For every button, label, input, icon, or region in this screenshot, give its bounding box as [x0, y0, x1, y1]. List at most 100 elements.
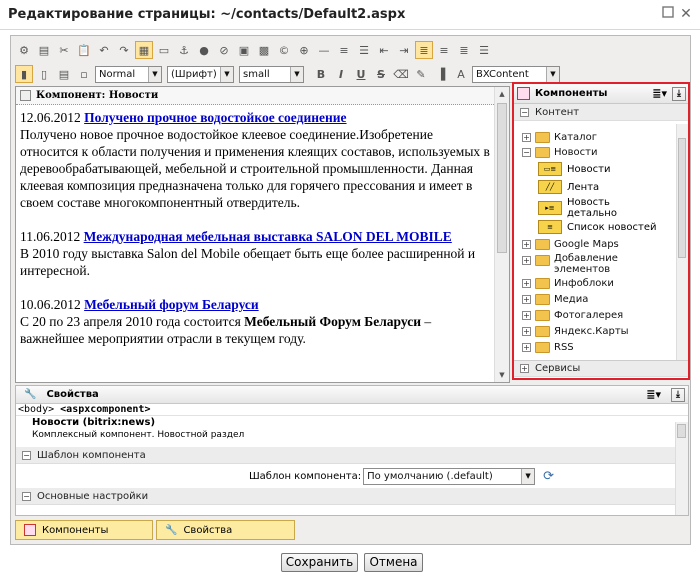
- align-center-icon[interactable]: ≡: [435, 41, 453, 59]
- tree-leaf-news[interactable]: ▭≡ Новости: [538, 162, 610, 176]
- component-info: Новости (bitrix:news) Комплексный компон…: [32, 417, 245, 440]
- toolbar-row-1: ⚙ ▤ ✂ 📋 ↶ ↷ ▦ ▭ ⚓ ● ⊘ ▣ ▩ © ⊕ — ≡ ☰ ⇤ ⇥ …: [15, 38, 493, 62]
- tree-item-iblocks[interactable]: + Инфоблоки: [522, 278, 614, 289]
- align-justify-icon[interactable]: ☰: [475, 41, 493, 59]
- panel-pin-icon[interactable]: ⤓: [672, 86, 686, 101]
- component-list-icon: ≡: [538, 220, 562, 234]
- scroll-thumb[interactable]: [678, 138, 686, 258]
- template-select[interactable]: По умолчанию (.default) ▼: [363, 467, 536, 485]
- source-icon[interactable]: ▦: [135, 41, 153, 59]
- clear-format-icon[interactable]: ⌫: [392, 65, 410, 83]
- tab-properties[interactable]: 🔧 Свойства: [156, 520, 295, 540]
- expand-icon: +: [522, 279, 531, 288]
- tab-components[interactable]: Компоненты: [15, 520, 153, 540]
- tree-item-rss[interactable]: + RSS: [522, 342, 574, 353]
- editor-frame: ⚙ ▤ ✂ 📋 ↶ ↷ ▦ ▭ ⚓ ● ⊘ ▣ ▩ © ⊕ — ≡ ☰ ⇤ ⇥ …: [10, 35, 691, 545]
- ordered-list-icon[interactable]: ≡: [335, 41, 353, 59]
- undo-icon[interactable]: ↶: [95, 41, 113, 59]
- cut-icon[interactable]: ✂: [55, 41, 73, 59]
- split-mode-icon[interactable]: ▤: [55, 65, 73, 83]
- tree-item-catalog[interactable]: + Каталог: [522, 132, 597, 143]
- tree-leaf-news-list[interactable]: ≡ Список новостей: [538, 220, 657, 234]
- copyright-icon[interactable]: ©: [275, 41, 293, 59]
- panel-scrollbar[interactable]: [676, 124, 688, 360]
- table-icon[interactable]: ▭: [155, 41, 173, 59]
- underline-icon[interactable]: U: [352, 65, 370, 83]
- anchor-icon[interactable]: ⚓: [175, 41, 193, 59]
- restore-icon[interactable]: [660, 6, 676, 22]
- tree-item-news[interactable]: − Новости: [522, 147, 597, 158]
- php-mode-icon[interactable]: ▫: [75, 65, 93, 83]
- special-char-icon[interactable]: ⊕: [295, 41, 313, 59]
- cancel-button[interactable]: Отмена: [364, 553, 423, 572]
- redo-icon[interactable]: ↷: [115, 41, 133, 59]
- folder-open-icon: [535, 147, 550, 158]
- flash-icon[interactable]: ▩: [255, 41, 273, 59]
- tree-item-add-elements[interactable]: + Добавление элементов: [522, 253, 618, 275]
- size-select[interactable]: small ▼: [239, 65, 304, 83]
- brush-icon[interactable]: ✎: [412, 65, 430, 83]
- style-select[interactable]: Normal ▼: [95, 65, 162, 83]
- section-services[interactable]: + Сервисы: [514, 360, 688, 377]
- css-select[interactable]: BXContent ▼: [472, 65, 560, 83]
- chevron-down-icon: ▼: [521, 468, 535, 484]
- wysiwyg-editor[interactable]: Компонент: Новости 12.06.2012 Получено п…: [15, 86, 510, 383]
- scroll-down-icon[interactable]: ▼: [495, 368, 509, 382]
- tree-item-google-maps[interactable]: + Google Maps: [522, 239, 619, 250]
- bg-color-icon[interactable]: A: [452, 65, 470, 83]
- indent-icon[interactable]: ⇥: [395, 41, 413, 59]
- save-icon[interactable]: ▤: [35, 41, 53, 59]
- section-main-settings[interactable]: − Основные настройки: [16, 488, 688, 505]
- panel-menu-icon[interactable]: ≣▾: [646, 388, 661, 401]
- tree-item-photogallery[interactable]: + Фотогалерея: [522, 310, 623, 321]
- tree-leaf-news-detail[interactable]: ▸≡ Новость детально: [538, 197, 617, 219]
- settings-icon[interactable]: ⚙: [15, 41, 33, 59]
- scroll-thumb[interactable]: [677, 424, 686, 438]
- panel-menu-icon[interactable]: ≣▾: [652, 87, 667, 100]
- image-icon[interactable]: ▣: [235, 41, 253, 59]
- expand-icon: +: [522, 240, 531, 249]
- tree-leaf-feed[interactable]: ╱╱ Лента: [538, 180, 599, 194]
- folder-icon: [535, 342, 550, 353]
- link-icon[interactable]: ●: [195, 41, 213, 59]
- font-select[interactable]: (Шрифт) ▼: [167, 65, 234, 83]
- unlink-icon[interactable]: ⊘: [215, 41, 233, 59]
- folder-icon: [535, 278, 550, 289]
- outdent-icon[interactable]: ⇤: [375, 41, 393, 59]
- template-row: Шаблон компонента: По умолчанию (.defaul…: [248, 467, 554, 485]
- refresh-icon[interactable]: ⟳: [543, 469, 554, 484]
- tag-component[interactable]: <aspxcomponent>: [60, 404, 150, 415]
- panel-pin-icon[interactable]: ⤓: [671, 387, 685, 402]
- section-template[interactable]: − Шаблон компонента: [16, 447, 688, 464]
- tag-path: <body> <aspxcomponent>: [16, 404, 688, 416]
- expand-icon: +: [522, 256, 531, 265]
- align-left-icon[interactable]: ≣: [415, 41, 433, 59]
- italic-icon[interactable]: I: [332, 65, 350, 83]
- news-title-link[interactable]: Получено прочное водостойкое соединение: [84, 110, 346, 125]
- scroll-up-icon[interactable]: ▲: [495, 87, 509, 101]
- tag-body[interactable]: <body>: [18, 404, 54, 415]
- hr-icon[interactable]: —: [315, 41, 333, 59]
- font-color-icon[interactable]: ▐: [432, 65, 450, 83]
- components-icon: [24, 524, 36, 536]
- strike-icon[interactable]: S: [372, 65, 390, 83]
- code-mode-icon[interactable]: ▯: [35, 65, 53, 83]
- tree-item-yandex-maps[interactable]: + Яндекс.Карты: [522, 326, 629, 337]
- news-title-link[interactable]: Мебельный форум Беларуси: [84, 297, 259, 312]
- news-list: 12.06.2012 Получено прочное водостойкое …: [20, 109, 490, 364]
- wysiwyg-mode-icon[interactable]: ▮: [15, 65, 33, 83]
- bold-icon[interactable]: B: [312, 65, 330, 83]
- news-title-link[interactable]: Международная мебельная выставка SALON D…: [84, 229, 452, 244]
- scroll-thumb[interactable]: [497, 103, 507, 253]
- close-icon[interactable]: ✕: [678, 6, 694, 22]
- expand-icon: +: [522, 343, 531, 352]
- editor-scrollbar[interactable]: ▲ ▼: [494, 87, 509, 382]
- tree-item-media[interactable]: + Медиа: [522, 294, 588, 305]
- unordered-list-icon[interactable]: ☰: [355, 41, 373, 59]
- section-content[interactable]: − Контент: [514, 104, 688, 121]
- align-right-icon[interactable]: ≣: [455, 41, 473, 59]
- save-button[interactable]: Сохранить: [281, 553, 358, 572]
- props-scrollbar[interactable]: [675, 422, 688, 515]
- paste-icon[interactable]: 📋: [75, 41, 93, 59]
- component-news-icon: ▭≡: [538, 162, 562, 176]
